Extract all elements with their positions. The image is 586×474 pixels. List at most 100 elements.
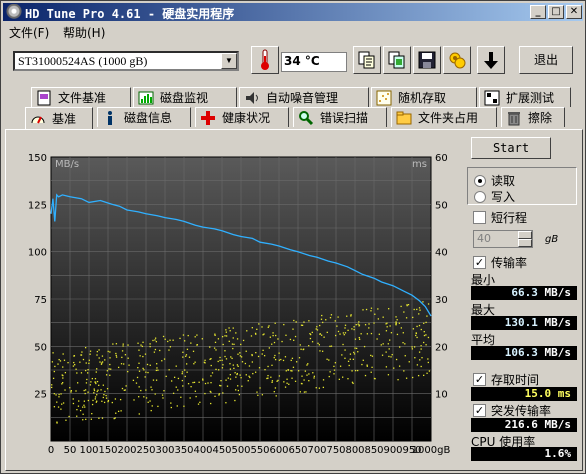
tab-disk-info[interactable]: 磁盘信息 — [97, 107, 191, 127]
access-time-point — [128, 364, 130, 366]
access-time-check[interactable]: ✓ — [473, 373, 486, 386]
burst-rate-check[interactable]: ✓ — [473, 404, 486, 417]
close-button[interactable]: ✕ — [566, 5, 582, 19]
transfer-rate-checkbox[interactable]: ✓ 传输率 — [473, 254, 527, 271]
access-time-point — [115, 412, 117, 414]
tab-file-benchmark[interactable]: 文件基准 — [31, 87, 131, 107]
access-time-point — [86, 378, 88, 381]
copy-screenshot-button[interactable] — [383, 46, 411, 74]
exit-button[interactable]: 退出 — [519, 46, 573, 74]
access-time-checkbox[interactable]: ✓ 存取时间 — [473, 371, 539, 388]
access-time-point — [422, 341, 425, 344]
tab-noise-management[interactable]: 自动噪音管理 — [239, 87, 369, 107]
access-time-point — [368, 323, 370, 325]
drive-select[interactable]: ST31000524AS (1000 gB) ▼ — [13, 51, 239, 71]
options-button[interactable] — [443, 46, 471, 74]
access-time-point — [425, 321, 427, 324]
access-time-point — [85, 362, 87, 364]
short-stroke-checkbox[interactable]: 短行程 — [473, 209, 527, 226]
start-button[interactable]: Start — [471, 137, 551, 159]
access-time-point — [278, 359, 280, 361]
access-time-point — [303, 379, 305, 381]
access-time-point — [407, 303, 410, 306]
access-time-point — [151, 405, 153, 407]
access-time-point — [364, 324, 367, 326]
down-arrow-button[interactable] — [477, 46, 505, 74]
short-stroke-check[interactable] — [473, 211, 486, 224]
read-radio[interactable]: 读取 — [474, 172, 515, 189]
tab-health[interactable]: 健康状况 — [195, 107, 289, 127]
access-time-point — [82, 406, 84, 408]
access-time-point — [82, 413, 84, 415]
write-radio[interactable]: 写入 — [474, 188, 515, 205]
write-radio-dot[interactable] — [474, 190, 486, 203]
y-right-tick-label: 50 — [435, 200, 448, 211]
access-time-point — [244, 362, 247, 365]
access-time-point — [370, 332, 373, 335]
access-time-point — [355, 324, 357, 326]
access-time-point — [330, 345, 333, 347]
access-time-point — [177, 377, 180, 380]
x-tick-label: 650 — [288, 445, 307, 456]
access-time-point — [137, 342, 139, 344]
access-time-point — [241, 385, 243, 387]
access-time-point — [271, 381, 273, 383]
spin-down-button[interactable] — [518, 239, 532, 247]
access-time-point — [353, 353, 356, 355]
access-time-point — [300, 324, 303, 326]
maximize-button[interactable]: □ — [548, 5, 564, 19]
access-time-point — [101, 400, 103, 402]
spin-up-button[interactable] — [518, 231, 532, 239]
temperature-button[interactable] — [251, 46, 279, 74]
access-time-point — [309, 333, 311, 335]
access-time-point — [70, 391, 72, 393]
access-time-point — [228, 340, 230, 343]
read-label: 读取 — [491, 174, 516, 188]
access-time-point — [355, 347, 358, 350]
access-time-point — [222, 343, 224, 346]
access-time-point — [280, 358, 282, 361]
tab-benchmark[interactable]: 基准 — [25, 107, 93, 129]
access-time-point — [65, 419, 67, 421]
transfer-rate-check[interactable]: ✓ — [473, 256, 486, 269]
access-time-point — [284, 356, 287, 358]
chevron-down-icon[interactable]: ▼ — [221, 53, 237, 69]
write-label: 写入 — [491, 190, 516, 204]
copy-text-button[interactable] — [353, 46, 381, 74]
access-time-point — [261, 353, 263, 355]
read-radio-dot[interactable] — [474, 174, 486, 187]
save-button[interactable] — [413, 46, 441, 74]
access-time-point — [61, 383, 63, 385]
access-time-point — [251, 361, 253, 363]
access-time-point — [292, 328, 294, 330]
tab-erase[interactable]: 擦除 — [501, 107, 565, 127]
menu-help[interactable]: 帮助(H) — [63, 24, 105, 41]
minimize-button[interactable]: _ — [530, 5, 546, 19]
access-time-point — [170, 402, 172, 404]
access-time-point — [303, 391, 306, 393]
drive-select-value: ST31000524AS (1000 gB) — [18, 54, 148, 68]
access-time-point — [209, 390, 211, 393]
menu-file[interactable]: 文件(F) — [9, 24, 49, 41]
access-time-point — [185, 355, 187, 357]
access-time-point — [97, 389, 99, 391]
burst-rate-checkbox[interactable]: ✓ 突发传输率 — [473, 402, 551, 419]
tab-folder-usage[interactable]: 文件夹占用 — [391, 107, 497, 127]
access-time-point — [385, 366, 388, 368]
tab-disk-monitor[interactable]: 磁盘监视 — [133, 87, 237, 107]
tab-extra-tests[interactable]: 扩展测试 — [479, 87, 571, 107]
access-time-point — [363, 345, 366, 348]
tab-random-access[interactable]: 随机存取 — [371, 87, 477, 107]
tab-error-scan[interactable]: 错误扫描 — [293, 107, 387, 127]
access-time-point — [233, 343, 235, 345]
short-stroke-spinner[interactable]: 40 — [473, 230, 533, 248]
tab-label: 擦除 — [528, 111, 553, 125]
access-time-point — [107, 399, 110, 402]
access-time-point — [188, 356, 191, 358]
access-time-point — [278, 352, 280, 354]
title-bar[interactable]: HD Tune Pro 4.61 - 硬盘实用程序 _ □ ✕ — [3, 3, 583, 21]
access-time-point — [152, 339, 154, 342]
access-time-point — [202, 379, 204, 381]
access-time-point — [370, 371, 372, 373]
access-time-point — [423, 322, 425, 324]
